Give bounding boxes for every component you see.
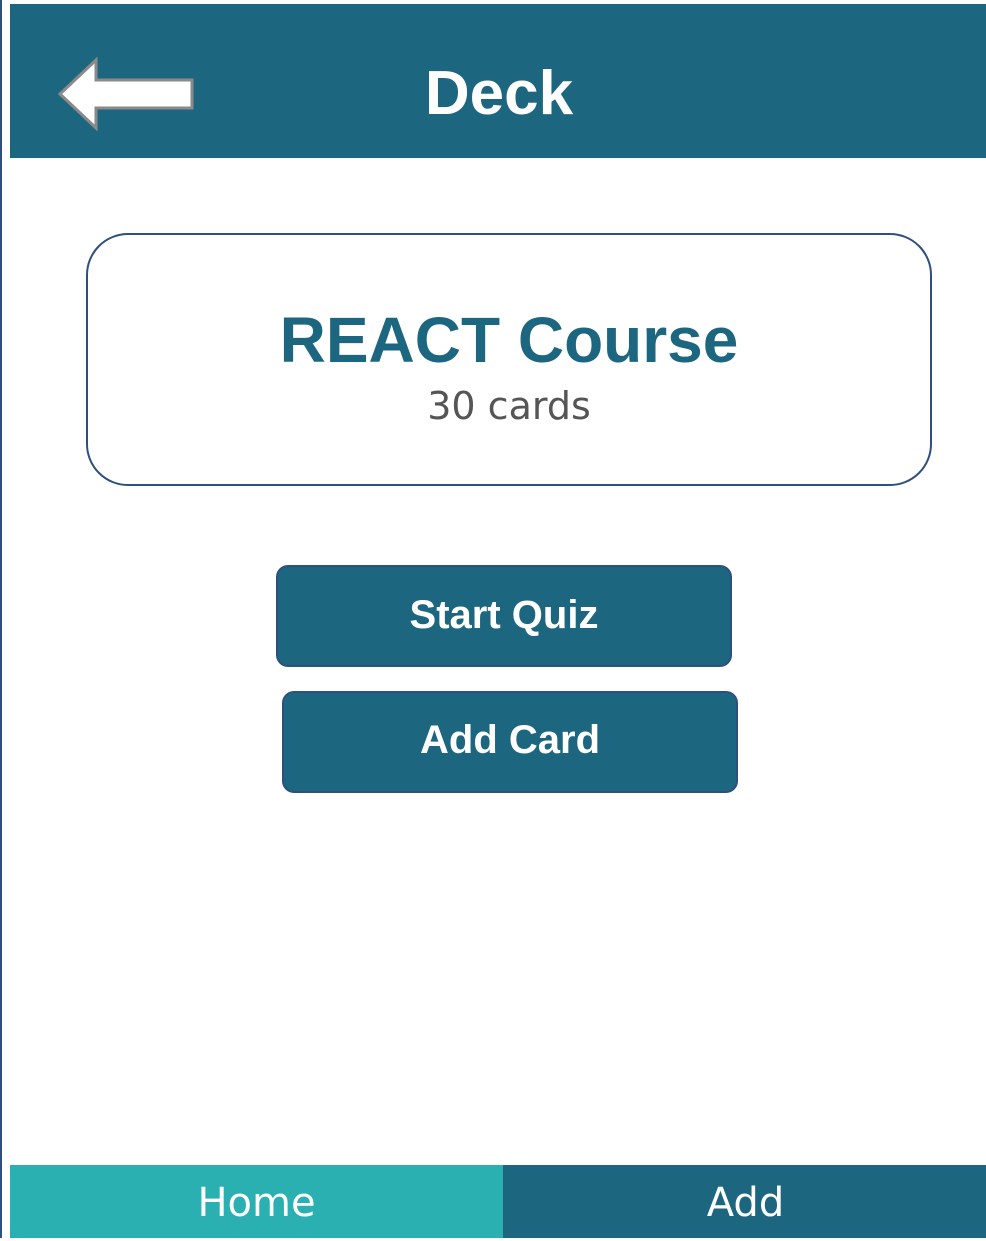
add-card-button[interactable]: Add Card <box>282 691 738 793</box>
deck-card-count: 30 cards <box>427 384 591 428</box>
page-title: Deck <box>424 59 574 128</box>
tab-home[interactable]: Home <box>10 1165 503 1238</box>
app-screen: Deck REACT Course 30 cards Start Quiz Ad… <box>0 0 986 1238</box>
app-header: Deck <box>10 4 986 158</box>
tab-add[interactable]: Add <box>503 1165 986 1238</box>
start-quiz-button[interactable]: Start Quiz <box>276 565 732 667</box>
deck-title: REACT Course <box>279 304 739 376</box>
deck-info-card: REACT Course 30 cards <box>86 233 932 486</box>
bottom-tab-bar: Home Add <box>10 1165 986 1238</box>
